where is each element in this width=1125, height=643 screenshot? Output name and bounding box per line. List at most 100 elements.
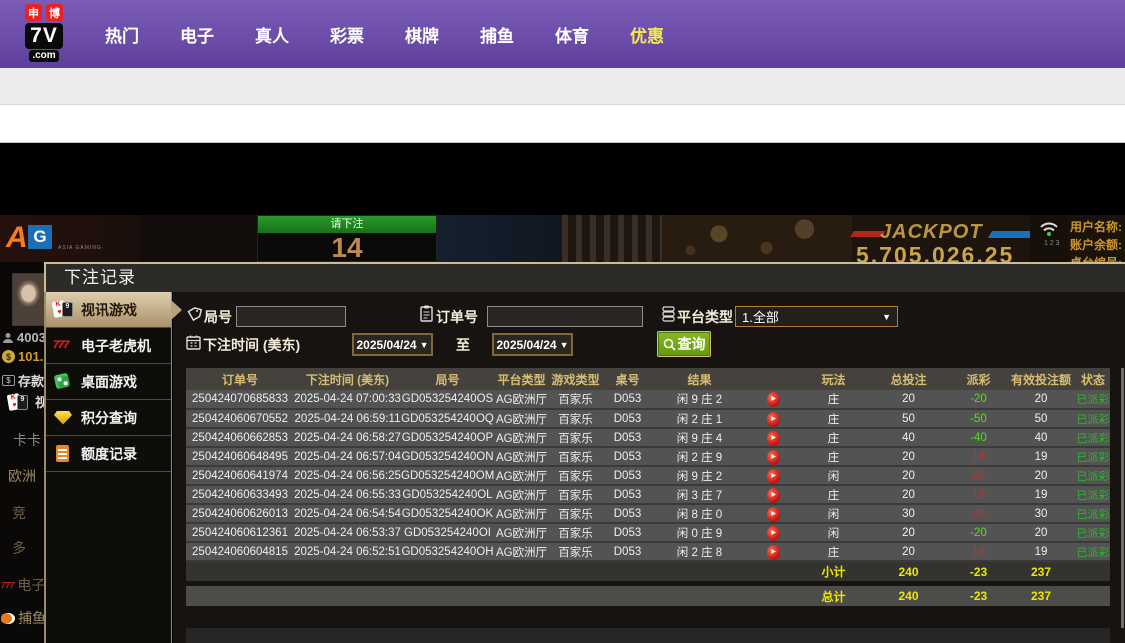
jackpot-label: JACKPOT (880, 221, 983, 243)
replay-play-icon[interactable] (767, 487, 780, 503)
replay-play-icon[interactable] (767, 392, 780, 407)
col-valid-bet: 有效投注额 (1006, 368, 1076, 390)
game-strip: A G ASIA GAMING 请下注 14 JACKPOT 5,705,026… (0, 215, 1125, 262)
replay-play-icon[interactable] (767, 544, 780, 560)
cards-icon: K ♥ 9 (51, 299, 75, 320)
order-no-input[interactable] (487, 306, 643, 327)
bg-label-kaka: 卡卡 (13, 432, 41, 448)
col-play: 玩法 (801, 368, 866, 390)
sidebar-item-points-query[interactable]: 积分查询 (46, 400, 171, 436)
site-nav-items: 热门 电子 真人 彩票 棋牌 捕鱼 体育 优惠 (105, 0, 664, 68)
gem-icon (53, 408, 75, 428)
slot-777-icon: 777 (53, 338, 69, 351)
table-row: 250424070685833 2025-04-24 07:00:33 GD05… (186, 390, 1110, 410)
scrollbar[interactable] (1121, 368, 1124, 628)
platform-type-label: 平台类型 (677, 309, 733, 325)
table-games-icon (53, 372, 75, 392)
table-row: 250424060648495 2025-04-24 06:57:04 GD05… (186, 447, 1110, 467)
browser-title-bar (0, 68, 1125, 105)
panel-title: 下注记录 (44, 262, 1125, 292)
col-order-no: 订单号 (186, 368, 294, 390)
site-nav: 申 博 7V .com 热门 电子 真人 彩票 棋牌 捕鱼 体育 优惠 (0, 0, 1125, 68)
replay-play-icon[interactable] (767, 411, 780, 427)
ag-logo-subtext: ASIA GAMING (58, 245, 102, 251)
table-row: 250424060670552 2025-04-24 06:59:11 GD05… (186, 409, 1110, 429)
strip-decor-blue (437, 215, 562, 262)
jackpot-segment: JACKPOT 5,705,026.25 (850, 215, 1053, 262)
round-no-label: 局号 (204, 309, 232, 325)
platform-icon (662, 306, 675, 322)
money-bag-icon: $ (2, 350, 15, 363)
bg-label-duo: 多 (12, 540, 26, 556)
nav-item-slots[interactable]: 电子 (180, 22, 214, 47)
nav-item-fishing[interactable]: 捕鱼 (480, 22, 514, 47)
strip-decor-stripes (562, 215, 662, 262)
bet-records-table: 订单号 下注时间 (美东) 局号 平台类型 游戏类型 桌号 结果 玩法 总投注 … (186, 368, 1110, 606)
col-replay (746, 368, 801, 390)
nav-item-promo[interactable]: 优惠 (630, 22, 664, 47)
user-balance-label: 账户余额: (1070, 238, 1122, 252)
replay-play-icon[interactable] (767, 468, 780, 484)
strip-decor-bokeh (662, 215, 852, 262)
round-no-input[interactable] (236, 306, 346, 327)
deposit-link: $ 存款 (2, 371, 44, 390)
nav-item-lottery[interactable]: 彩票 (330, 22, 364, 47)
replay-play-icon[interactable] (767, 525, 780, 541)
site-logo[interactable]: 申 博 7V .com (18, 4, 70, 62)
ag-logo-g: G (28, 225, 52, 249)
subtotal-row: 小计 240 -23 237 (186, 561, 1110, 581)
bet-time-label: 下注时间 (美东) (203, 337, 301, 353)
chevron-down-icon: ▼ (882, 311, 891, 322)
table-stats-mini: 1 2 3 (1044, 240, 1060, 247)
nav-item-cards[interactable]: 棋牌 (405, 22, 439, 47)
logo-badge-bo: 博 (46, 4, 63, 21)
to-label: 至 (456, 337, 470, 353)
sidebar-item-credit-records[interactable]: 额度记录 (46, 436, 171, 472)
replay-play-icon[interactable] (767, 449, 780, 465)
avatar (12, 273, 45, 326)
fish-icon (1, 612, 15, 624)
sidebar-item-video-games[interactable]: K ♥ 9 视讯游戏 (46, 292, 182, 328)
countdown-box: 请下注 14 (257, 215, 437, 262)
bet-prompt: 请下注 (258, 216, 436, 233)
tag-icon (187, 307, 202, 322)
chevron-down-icon: ▼ (559, 339, 569, 350)
replay-play-icon[interactable] (767, 506, 780, 522)
order-no-label: 订单号 (436, 309, 478, 325)
bg-video-nav: K ♥ 9 视 (6, 392, 48, 411)
ag-logo-a: A (6, 221, 28, 254)
user-info-segment: 用户名称: 账户余额: 桌台编号: (1068, 215, 1125, 262)
col-game-type: 游戏类型 (549, 368, 602, 390)
col-bet-time: 下注时间 (美东) (294, 368, 401, 390)
date-from-picker[interactable]: 2025/04/24 ▼ (352, 333, 433, 356)
bet-table-body: 250424070685833 2025-04-24 07:00:33 GD05… (186, 390, 1110, 562)
chevron-down-icon: ▼ (419, 339, 429, 350)
user-name-label: 用户名称: (1070, 220, 1122, 234)
clipboard-icon (420, 305, 433, 322)
col-payout: 派彩 (951, 368, 1006, 390)
col-platform: 平台类型 (494, 368, 549, 390)
platform-type-select[interactable]: 1.全部 ▼ (735, 306, 898, 327)
nav-item-sports[interactable]: 体育 (555, 22, 589, 47)
ag-logo-segment: A G ASIA GAMING (0, 215, 140, 262)
sidebar-item-slots[interactable]: 777 电子老虎机 (46, 328, 171, 364)
table-row: 250424060641974 2025-04-24 06:56:25 GD05… (186, 466, 1110, 486)
date-to-picker[interactable]: 2025/04/24 ▼ (492, 333, 573, 356)
table-row: 250424060633493 2025-04-24 06:55:33 GD05… (186, 485, 1110, 505)
bg-label-europe: 欧洲 (8, 468, 36, 484)
nav-item-live[interactable]: 真人 (255, 22, 289, 47)
table-row: 250424060604815 2025-04-24 06:52:51 GD05… (186, 542, 1110, 562)
logo-name: 7V (25, 23, 63, 49)
replay-play-icon[interactable] (767, 430, 780, 446)
jackpot-value: 5,705,026.25 (856, 242, 1015, 262)
signal-segment: 1 2 3 (1030, 215, 1068, 262)
nav-item-hot[interactable]: 热门 (105, 22, 139, 47)
search-button[interactable]: 查询 (657, 331, 711, 357)
table-row: 250424060612361 2025-04-24 06:53:37 GD05… (186, 523, 1110, 543)
bg-label-jing: 竞 (12, 505, 26, 521)
slot-777-icon: 777 (1, 580, 15, 590)
col-result: 结果 (653, 368, 746, 390)
sidebar-item-table-games[interactable]: 桌面游戏 (46, 364, 171, 400)
url-bar[interactable] (0, 105, 1125, 143)
document-icon (53, 444, 75, 464)
